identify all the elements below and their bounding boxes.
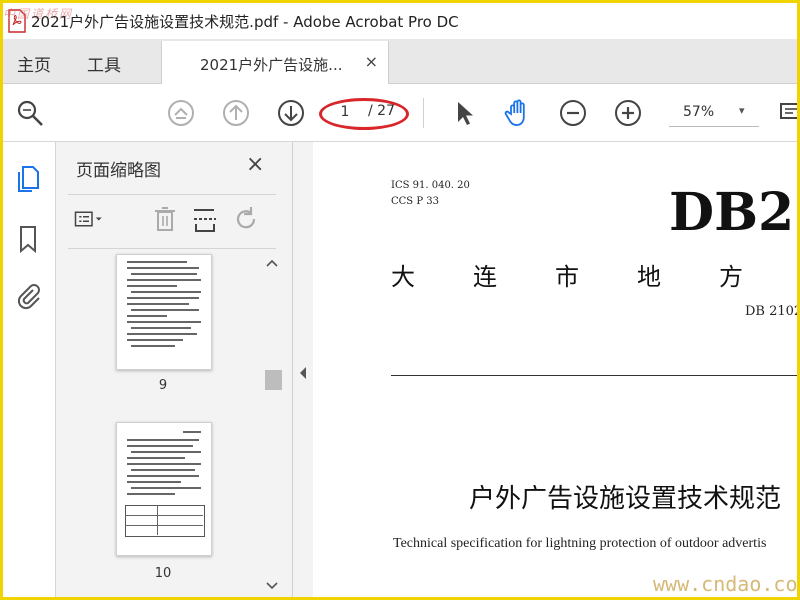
collapse-left-icon[interactable] (298, 366, 308, 380)
highlight-annotation (319, 98, 409, 130)
arrow-up-icon[interactable] (221, 98, 251, 128)
close-icon[interactable]: × (246, 152, 264, 177)
attachment-icon[interactable] (15, 280, 41, 310)
trash-icon[interactable] (150, 204, 180, 234)
app-window: 中国道桥网 2021户外广告设施设置技术规范.pdf - Adobe Acrob… (3, 3, 797, 597)
document-tab-label: 2021户外广告设施... (200, 56, 343, 74)
hand-tool-icon[interactable] (503, 98, 533, 128)
thumbnail-scrollbar[interactable] (262, 254, 282, 597)
ccs-code: CCS P 33 (391, 196, 439, 207)
select-pointer-icon[interactable] (449, 98, 479, 128)
scrollbar-thumb[interactable] (265, 370, 282, 390)
navigation-rail (3, 142, 56, 597)
doc-subtitle: Technical specification for lightning pr… (393, 536, 767, 551)
panel-divider (68, 194, 276, 195)
thumbnail-label: 10 (154, 566, 172, 581)
doc-standard-type: 大连市地方标 (391, 263, 797, 291)
thumbnails-panel: 页面缩略图 × 9 10 (56, 142, 293, 597)
toolbar-divider (423, 98, 424, 128)
ics-code: ICS 91. 040. 20 (391, 180, 470, 191)
panel-title: 页面缩略图 (76, 161, 161, 181)
watermark-text: www.cndao.com (653, 572, 797, 596)
doc-standard-code: DB 2102 (745, 304, 797, 319)
title-bar: 中国道桥网 2021户外广告设施设置技术规范.pdf - Adobe Acrob… (3, 3, 797, 39)
doc-divider (391, 375, 797, 376)
comment-tool-icon[interactable] (779, 98, 797, 128)
document-tab[interactable]: 2021户外广告设施... × (161, 41, 389, 84)
rotate-icon[interactable] (232, 204, 262, 234)
thumbnail-page-9[interactable] (116, 254, 212, 370)
arrow-down-icon[interactable] (276, 98, 306, 128)
close-icon[interactable]: × (365, 52, 378, 71)
scroll-down-icon[interactable] (266, 581, 278, 591)
tab-bar: 主页 工具 2021户外广告设施... × (3, 39, 797, 84)
crop-pages-icon[interactable] (190, 204, 220, 234)
panel-collapse-strip[interactable] (293, 142, 313, 597)
menu-home[interactable]: 主页 (17, 51, 51, 76)
scroll-up-icon[interactable] (266, 258, 278, 268)
chevron-down-icon: ▾ (739, 104, 745, 117)
doc-title: 户外广告设施设置技术规范 (469, 484, 782, 514)
panel-divider (68, 248, 276, 249)
bookmark-icon[interactable] (15, 224, 41, 254)
doc-standard-mark: DB2 (669, 182, 795, 243)
zoom-in-icon[interactable] (613, 98, 643, 128)
zoom-select[interactable]: 57% ▾ (669, 100, 759, 127)
doc-classification: ICS 91. 040. 20 CCS P 33 (391, 178, 470, 210)
toolbar: / 27 57% ▾ (3, 84, 797, 142)
page-thumbnails-icon[interactable] (15, 164, 41, 194)
page-up-double-icon[interactable] (166, 98, 196, 128)
zoom-value: 57% (683, 104, 715, 120)
thumbnail-label: 9 (158, 378, 168, 393)
search-zoom-icon[interactable] (15, 98, 45, 128)
menu-tools[interactable]: 工具 (87, 51, 121, 76)
thumbnail-page-10[interactable] (116, 422, 212, 556)
zoom-out-icon[interactable] (558, 98, 588, 128)
window-title: 2021户外广告设施设置技术规范.pdf - Adobe Acrobat Pro… (31, 13, 459, 31)
options-menu-icon[interactable] (74, 204, 104, 234)
document-view[interactable]: ICS 91. 040. 20 CCS P 33 DB2 大连市地方标 DB 2… (313, 142, 797, 597)
